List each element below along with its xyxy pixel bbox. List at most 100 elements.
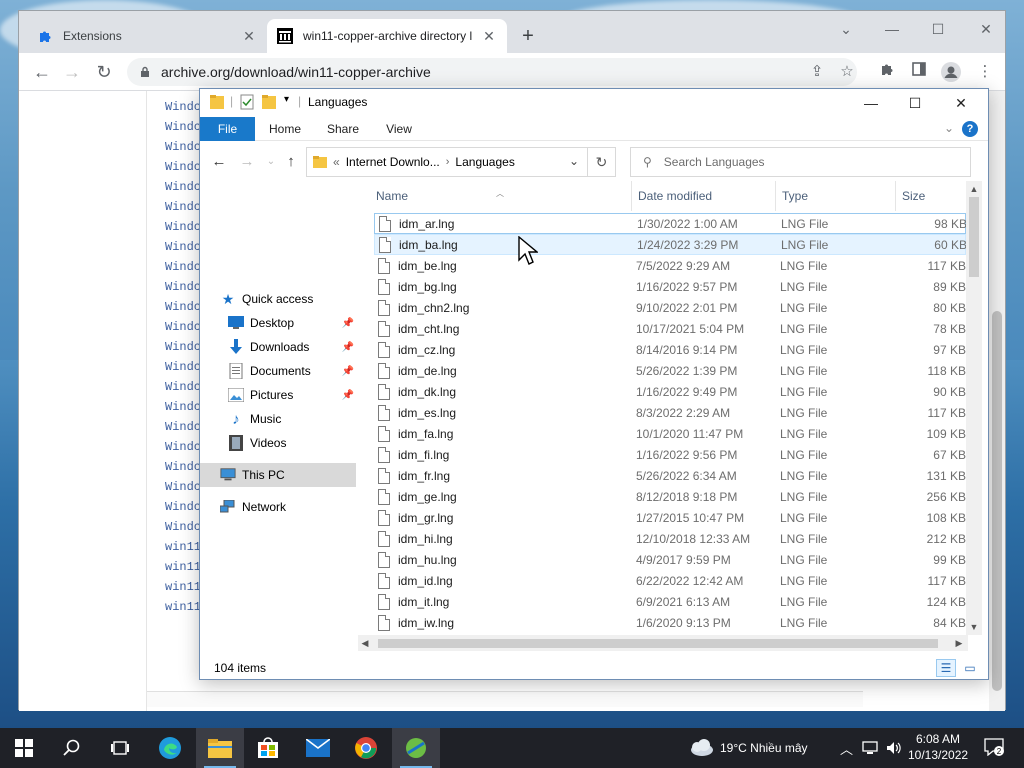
tab-close-icon[interactable]: ✕: [241, 28, 257, 45]
listing-entry[interactable]: Windc: [165, 117, 201, 137]
forward-icon[interactable]: →: [61, 61, 83, 83]
extensions-puzzle-icon[interactable]: [877, 62, 897, 82]
recent-locations-chevron-icon[interactable]: ⌄: [262, 153, 280, 171]
pin-icon[interactable]: 📌: [342, 318, 354, 329]
listing-entry[interactable]: Windc: [165, 197, 201, 217]
breadcrumb-current[interactable]: Languages: [455, 155, 514, 169]
taskbar-file-explorer[interactable]: [196, 728, 244, 768]
nav-item-documents[interactable]: Documents 📌: [228, 359, 356, 383]
breadcrumb-separator[interactable]: ›: [446, 156, 450, 168]
new-folder-icon[interactable]: [262, 94, 276, 112]
pin-icon[interactable]: 📌: [342, 342, 354, 353]
file-row[interactable]: idm_be.lng 7/5/2022 9:29 AM LNG File 117 KB: [374, 255, 966, 276]
scroll-down-arrow-icon[interactable]: ▼: [966, 619, 982, 635]
start-button[interactable]: [0, 728, 48, 768]
tab-archive[interactable]: win11-copper-archive directory l ✕: [267, 19, 507, 53]
tab-close-icon[interactable]: ✕: [481, 28, 497, 45]
bookmark-star-icon[interactable]: ☆: [837, 62, 857, 82]
file-row[interactable]: idm_iw.lng 1/6/2020 9:13 PM LNG File 84 KB: [374, 612, 966, 633]
nav-item-this-pc[interactable]: This PC: [200, 463, 356, 487]
listing-entry[interactable]: Windc: [165, 457, 201, 477]
side-panel-icon[interactable]: [909, 62, 929, 82]
task-view-button[interactable]: [96, 728, 144, 768]
maximize-icon[interactable]: ☐: [927, 21, 949, 38]
listing-entry[interactable]: win11: [165, 557, 201, 577]
listing-entry[interactable]: Windc: [165, 137, 201, 157]
file-row[interactable]: idm_chn2.lng 9/10/2022 2:01 PM LNG File 80 …: [374, 297, 966, 318]
nav-item-pictures[interactable]: Pictures 📌: [228, 383, 356, 407]
ribbon-tab-file[interactable]: File: [200, 117, 255, 141]
listing-entry[interactable]: Windc: [165, 397, 201, 417]
file-row[interactable]: idm_es.lng 8/3/2022 2:29 AM LNG File 117 KB: [374, 402, 966, 423]
scrollbar-thumb[interactable]: [969, 197, 979, 277]
file-row[interactable]: idm_bg.lng 1/16/2022 9:57 PM LNG File 89 KB: [374, 276, 966, 297]
listing-entry[interactable]: Windc: [165, 417, 201, 437]
file-list-vertical-scrollbar[interactable]: ▲ ▼: [966, 181, 982, 635]
file-list-horizontal-scrollbar[interactable]: ◀ ▶: [358, 635, 968, 651]
volume-speaker-icon[interactable]: [886, 728, 902, 768]
column-header-size[interactable]: Size: [896, 181, 966, 211]
taskbar-idm[interactable]: [392, 728, 440, 768]
scroll-up-arrow-icon[interactable]: ▲: [966, 181, 982, 197]
tab-extensions[interactable]: Extensions ✕: [27, 19, 267, 53]
weather-widget[interactable]: 19°C Nhiều mây: [688, 728, 808, 768]
ribbon-tab-home[interactable]: Home: [260, 117, 310, 141]
scroll-right-arrow-icon[interactable]: ▶: [952, 635, 966, 651]
system-clock[interactable]: 6:08 AM 10/13/2022: [908, 731, 968, 763]
listing-entry[interactable]: Windc: [165, 157, 201, 177]
taskbar-edge[interactable]: [146, 728, 194, 768]
listing-entry[interactable]: Windc: [165, 517, 201, 537]
scroll-left-arrow-icon[interactable]: ◀: [358, 635, 372, 651]
help-icon[interactable]: ?: [962, 121, 978, 137]
minimize-icon[interactable]: —: [848, 91, 894, 115]
column-header-name[interactable]: Name ︿: [370, 181, 632, 211]
pin-icon[interactable]: 📌: [342, 390, 354, 401]
show-hidden-icons-chevron-icon[interactable]: ︿: [840, 728, 853, 768]
nav-item-music[interactable]: ♪ Music: [228, 407, 356, 431]
back-arrow-icon[interactable]: ←: [210, 153, 228, 171]
file-row[interactable]: idm_hu.lng 4/9/2017 9:59 PM LNG File 99 KB: [374, 549, 966, 570]
close-icon[interactable]: ✕: [938, 91, 984, 115]
details-view-icon[interactable]: ☰: [936, 659, 956, 677]
listing-entry[interactable]: Windc: [165, 437, 201, 457]
refresh-icon[interactable]: ↻: [588, 147, 616, 177]
file-row[interactable]: idm_fa.lng 10/1/2020 11:47 PM LNG File 109 …: [374, 423, 966, 444]
listing-entry[interactable]: Windc: [165, 317, 201, 337]
ribbon-tab-view[interactable]: View: [374, 117, 424, 141]
properties-checkmark-icon[interactable]: [240, 94, 254, 112]
minimize-icon[interactable]: —: [881, 21, 903, 37]
reload-icon[interactable]: ↻: [93, 61, 115, 83]
listing-entry[interactable]: Windc: [165, 297, 201, 317]
profile-avatar-icon[interactable]: [941, 62, 961, 82]
file-row[interactable]: idm_ar.lng 1/30/2022 1:00 AM LNG File 98 KB: [374, 213, 966, 234]
listing-entry[interactable]: Windc: [165, 477, 201, 497]
listing-entry[interactable]: Windc: [165, 257, 201, 277]
network-status-icon[interactable]: [862, 728, 878, 768]
column-header-type[interactable]: Type: [776, 181, 896, 211]
taskbar-mail[interactable]: [294, 728, 342, 768]
listing-entry[interactable]: win11: [165, 577, 201, 597]
close-icon[interactable]: ✕: [975, 21, 997, 38]
nav-quick-access[interactable]: ★ Quick access: [220, 287, 350, 311]
ribbon-tab-share[interactable]: Share: [318, 117, 368, 141]
file-row[interactable]: idm_fr.lng 5/26/2022 6:34 AM LNG File 131 K…: [374, 465, 966, 486]
listing-entry[interactable]: win11: [165, 597, 201, 617]
listing-entry[interactable]: Windc: [165, 277, 201, 297]
file-row[interactable]: idm_ge.lng 8/12/2018 9:18 PM LNG File 256 K…: [374, 486, 966, 507]
back-icon[interactable]: ←: [31, 61, 53, 83]
nav-item-downloads[interactable]: Downloads 📌: [228, 335, 356, 359]
page-vertical-scrollbar[interactable]: [989, 91, 1005, 711]
up-arrow-icon[interactable]: ↑: [282, 153, 300, 171]
expand-ribbon-chevron-icon[interactable]: ⌄: [944, 121, 954, 135]
taskbar-store[interactable]: [244, 728, 292, 768]
maximize-icon[interactable]: ☐: [892, 91, 938, 115]
file-row[interactable]: idm_it.lng 6/9/2021 6:13 AM LNG File 124 KB: [374, 591, 966, 612]
customize-qat-dropdown-icon[interactable]: ▾: [284, 94, 289, 112]
breadcrumb-parent[interactable]: Internet Downlo...: [346, 155, 440, 169]
column-header-date[interactable]: Date modified: [632, 181, 776, 211]
tab-search-chevron-icon[interactable]: ⌄: [835, 21, 857, 38]
large-icons-view-icon[interactable]: ▭: [960, 659, 980, 677]
forward-arrow-icon[interactable]: →: [238, 153, 256, 171]
listing-entry[interactable]: Windc: [165, 177, 201, 197]
file-row[interactable]: idm_ba.lng 1/24/2022 3:29 PM LNG File 60 KB: [374, 234, 966, 255]
